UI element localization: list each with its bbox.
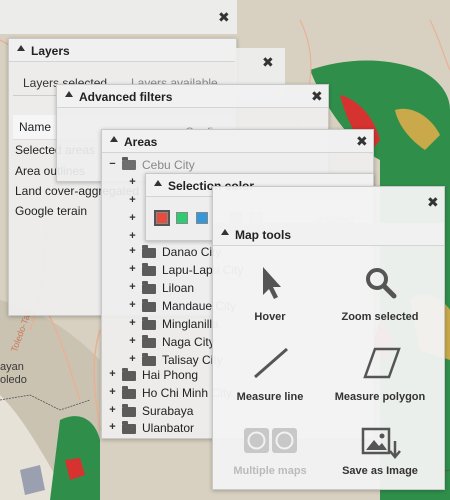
folder-icon — [122, 368, 136, 381]
expand-icon[interactable]: + — [108, 369, 117, 380]
expand-icon[interactable]: + — [128, 282, 137, 293]
tool-label: Measure line — [236, 391, 304, 403]
map-tools-panel: ✖ Map tools Hover Zoom selected Measure … — [212, 186, 445, 490]
tool-label: Zoom selected — [341, 311, 419, 323]
tree-node-label: Cebu City — [142, 158, 195, 172]
collapse-icon[interactable] — [65, 91, 73, 97]
image-download-icon — [361, 427, 401, 459]
panel-title: Advanced filters — [79, 90, 173, 104]
globe-icon — [244, 428, 297, 453]
close-icon[interactable]: ✖ — [262, 55, 274, 69]
save-as-image-button[interactable]: Save as Image — [325, 427, 435, 487]
close-icon[interactable]: ✖ — [356, 134, 368, 148]
hover-tool-button[interactable]: Hover — [215, 265, 325, 325]
color-swatch-green[interactable] — [176, 212, 188, 224]
collapse-icon[interactable] — [17, 45, 25, 51]
advanced-filters-header[interactable]: Advanced filters ✖ — [57, 85, 328, 108]
expand-icon[interactable]: + — [128, 195, 137, 206]
panel-title: Map tools — [235, 228, 291, 242]
close-icon[interactable]: ✖ — [311, 89, 323, 103]
folder-icon — [122, 386, 136, 399]
expand-icon[interactable]: + — [128, 264, 137, 275]
polygon-icon — [363, 347, 401, 379]
map-tools-header[interactable]: Map tools — [213, 223, 444, 246]
folder-open-icon — [122, 157, 136, 170]
expand-icon[interactable]: + — [128, 354, 137, 365]
areas-panel-header[interactable]: Areas ✖ — [102, 130, 373, 153]
expand-icon[interactable]: + — [108, 405, 117, 416]
column-header-name[interactable]: Name — [19, 120, 51, 134]
tree-node-label: Ulanbator — [142, 421, 195, 435]
top-panel: ✖ — [0, 0, 237, 34]
color-swatch-red[interactable] — [154, 210, 170, 226]
collapse-toggle-icon[interactable]: − — [108, 159, 117, 170]
tree-node-cebu-city[interactable]: − Cebu City — [106, 156, 366, 174]
expand-icon[interactable]: + — [108, 422, 117, 433]
panel-title: Areas — [124, 135, 158, 149]
map-place-label: ayan — [0, 361, 24, 373]
tree-node-label: Naga City — [162, 335, 215, 349]
collapse-icon[interactable] — [221, 229, 229, 235]
tool-label: Measure polygon — [334, 391, 426, 403]
folder-icon — [122, 404, 136, 417]
tree-node-label: Liloan — [162, 281, 195, 295]
folder-icon — [142, 335, 156, 348]
expand-icon[interactable]: + — [128, 231, 137, 242]
expand-icon[interactable]: + — [128, 246, 137, 257]
layers-panel-header[interactable]: Layers — [9, 39, 236, 62]
expand-icon[interactable]: + — [128, 300, 137, 311]
tool-label: Save as Image — [342, 465, 418, 477]
expand-icon[interactable]: + — [128, 318, 137, 329]
line-icon — [254, 347, 288, 379]
folder-icon — [122, 421, 136, 434]
multiple-maps-button[interactable]: Multiple maps — [215, 427, 325, 487]
magnifier-icon — [366, 268, 397, 299]
folder-icon — [142, 317, 156, 330]
folder-icon — [142, 299, 156, 312]
folder-icon — [142, 263, 156, 276]
folder-icon — [142, 353, 156, 366]
measure-line-button[interactable]: Measure line — [215, 345, 325, 405]
cursor-arrow-icon — [263, 267, 281, 299]
expand-icon[interactable]: + — [128, 336, 137, 347]
expand-icon[interactable]: + — [108, 387, 117, 398]
tree-node-label: Hai Phong — [142, 368, 199, 382]
layer-item[interactable]: Google terain — [15, 204, 87, 218]
close-icon[interactable]: ✖ — [218, 10, 230, 24]
expand-icon[interactable]: + — [128, 177, 137, 188]
map-place-label: oledo — [0, 374, 27, 386]
tree-node-label: Surabaya — [142, 404, 194, 418]
collapse-icon[interactable] — [154, 180, 162, 186]
tool-label: Multiple maps — [233, 465, 307, 477]
zoom-selected-button[interactable]: Zoom selected — [325, 265, 435, 325]
tree-node-label: Minglanilla — [162, 317, 219, 331]
measure-polygon-button[interactable]: Measure polygon — [325, 345, 435, 405]
folder-icon — [142, 245, 156, 258]
collapse-icon[interactable] — [110, 136, 118, 142]
panel-title: Layers — [31, 44, 70, 58]
color-swatch-blue[interactable] — [196, 212, 208, 224]
close-icon[interactable]: ✖ — [427, 195, 439, 209]
tool-label: Hover — [254, 311, 286, 323]
folder-icon — [142, 281, 156, 294]
expand-icon[interactable]: + — [128, 213, 137, 224]
